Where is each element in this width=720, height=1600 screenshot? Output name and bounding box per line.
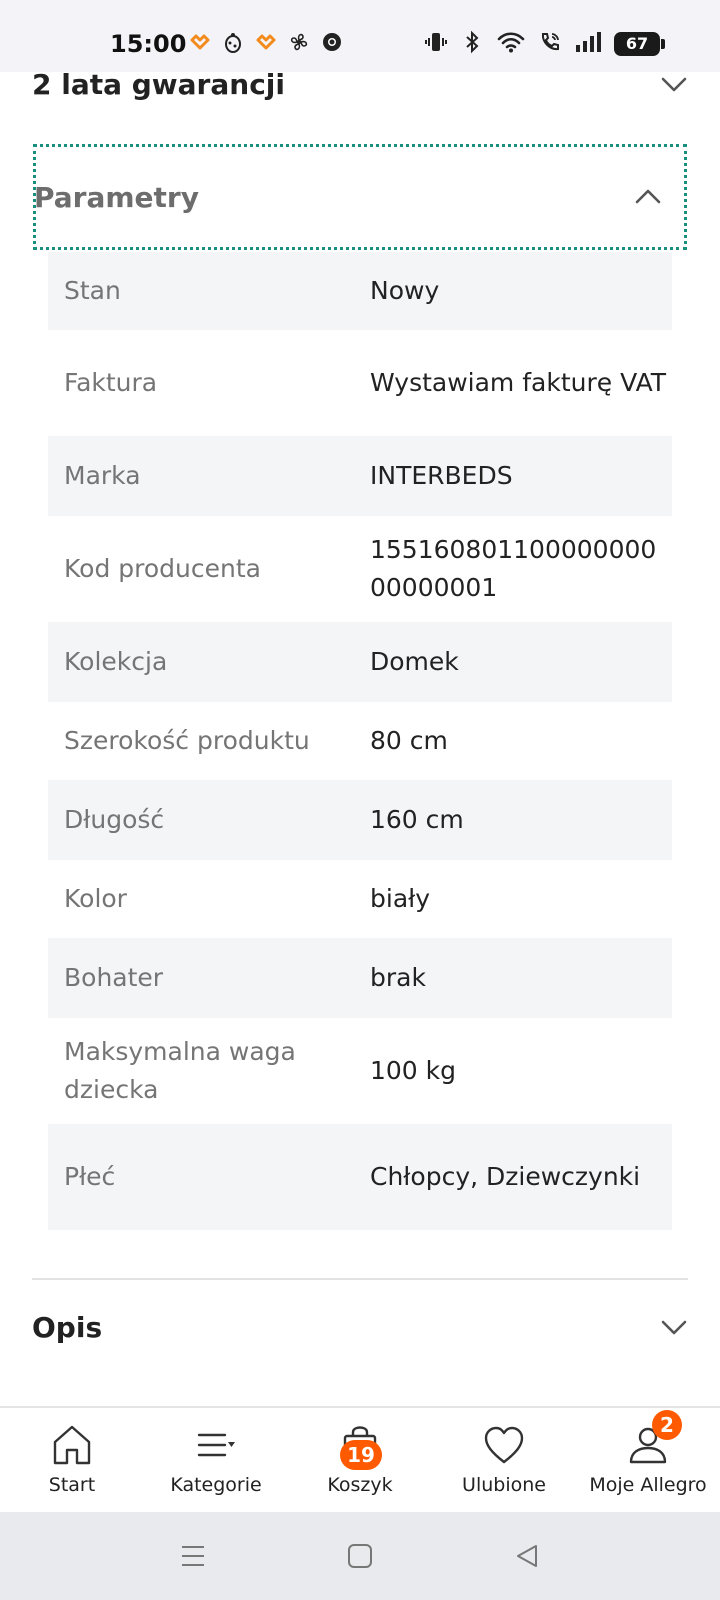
param-label: Kolekcja bbox=[64, 647, 168, 676]
param-label: Faktura bbox=[64, 368, 158, 397]
param-label: Długość bbox=[64, 805, 165, 834]
heart-icon bbox=[484, 1426, 524, 1464]
warranty-section-header[interactable]: 2 lata gwarancji bbox=[32, 72, 688, 104]
table-row: Płeć Chłopcy, Dziewczynki bbox=[48, 1124, 672, 1230]
nav-label: Moje Allegro bbox=[589, 1474, 707, 1496]
chevron-up-icon bbox=[635, 189, 661, 204]
param-value: INTERBEDS bbox=[370, 461, 513, 490]
table-row: Kolekcja Domek bbox=[48, 622, 672, 702]
param-value: Nowy bbox=[370, 276, 440, 305]
status-time: 15:00 bbox=[110, 30, 187, 58]
param-label: Kod producenta bbox=[64, 554, 261, 583]
param-value: biały bbox=[370, 884, 431, 913]
param-value: Wystawiam fakturę VAT bbox=[370, 368, 667, 397]
parameters-section-header[interactable]: Parametry bbox=[33, 144, 687, 250]
param-label: Bohater bbox=[64, 963, 164, 992]
back-button-icon[interactable] bbox=[512, 1541, 542, 1571]
nav-favorites[interactable]: Ulubione bbox=[432, 1408, 576, 1512]
table-row: Kod producenta 1551608011000000000000000… bbox=[48, 516, 672, 622]
ladybug-icon bbox=[221, 30, 245, 54]
table-row: Faktura Wystawiam fakturę VAT bbox=[48, 330, 672, 436]
bottom-navigation: Start Kategorie 19 Koszyk Ulubione 2 Moj… bbox=[0, 1406, 720, 1512]
chevron-down-icon bbox=[661, 1320, 687, 1335]
warranty-title: 2 lata gwarancji bbox=[32, 72, 285, 101]
table-row: Stan Nowy bbox=[48, 252, 672, 330]
account-badge: 2 bbox=[652, 1410, 682, 1440]
recent-apps-icon[interactable] bbox=[178, 1541, 208, 1571]
param-value: brak bbox=[370, 963, 426, 992]
home-icon bbox=[53, 1425, 91, 1465]
nav-start[interactable]: Start bbox=[0, 1408, 144, 1512]
allegro-heart-icon bbox=[188, 30, 212, 54]
fan-icon bbox=[287, 30, 311, 54]
table-row: Bohater brak bbox=[48, 938, 672, 1018]
description-title: Opis bbox=[32, 1310, 103, 1344]
param-label: Maksymalna waga dziecka bbox=[64, 1037, 296, 1104]
table-row: Długość 160 cm bbox=[48, 780, 672, 860]
param-value: 80 cm bbox=[370, 726, 448, 755]
nav-label: Koszyk bbox=[327, 1474, 393, 1496]
parameters-title: Parametry bbox=[34, 180, 199, 214]
nav-cart[interactable]: 19 Koszyk bbox=[288, 1408, 432, 1512]
signal-icon bbox=[574, 30, 602, 58]
section-divider bbox=[32, 1278, 688, 1280]
system-navigation-bar bbox=[0, 1512, 720, 1600]
allegro-heart-icon bbox=[254, 30, 278, 54]
nav-categories[interactable]: Kategorie bbox=[144, 1408, 288, 1512]
table-row: Szerokość produktu 80 cm bbox=[48, 702, 672, 780]
param-value: 100 kg bbox=[370, 1056, 457, 1085]
table-row: Marka INTERBEDS bbox=[48, 436, 672, 516]
description-section-header[interactable]: Opis bbox=[32, 1287, 688, 1367]
battery-icon: 67 bbox=[614, 32, 665, 56]
param-label: Kolor bbox=[64, 884, 127, 913]
chevron-down-icon bbox=[661, 77, 687, 92]
home-button-icon[interactable] bbox=[345, 1541, 375, 1571]
nav-label: Ulubione bbox=[462, 1474, 546, 1496]
table-row: Maksymalna waga dziecka 100 kg bbox=[48, 1018, 672, 1124]
param-value: 160 cm bbox=[370, 805, 464, 834]
param-value: Chłopcy, Dziewczynki bbox=[370, 1162, 641, 1191]
bluetooth-icon bbox=[460, 30, 484, 58]
param-value: Domek bbox=[370, 647, 459, 676]
nav-my-allegro[interactable]: 2 Moje Allegro bbox=[576, 1408, 720, 1512]
wifi-call-icon bbox=[538, 30, 562, 58]
wifi-icon bbox=[496, 30, 526, 58]
table-row: Kolor biały bbox=[48, 860, 672, 938]
param-label: Płeć bbox=[64, 1162, 116, 1191]
param-label: Stan bbox=[64, 276, 121, 305]
param-label: Marka bbox=[64, 461, 141, 490]
status-bar: 15:00 67 bbox=[0, 0, 720, 72]
categories-icon bbox=[197, 1433, 235, 1457]
parameters-table: Stan Nowy Faktura Wystawiam fakturę VAT … bbox=[48, 252, 672, 1230]
product-details-content: 2 lata gwarancji Parametry Stan Nowy Fak… bbox=[0, 72, 720, 1406]
nav-label: Kategorie bbox=[170, 1474, 262, 1496]
vibrate-icon bbox=[424, 30, 448, 58]
chrome-icon bbox=[320, 30, 344, 54]
nav-label: Start bbox=[48, 1474, 96, 1496]
cart-badge: 19 bbox=[340, 1440, 382, 1470]
param-value: 15516080110000000000000001 bbox=[370, 535, 657, 602]
param-label: Szerokość produktu bbox=[64, 726, 310, 755]
